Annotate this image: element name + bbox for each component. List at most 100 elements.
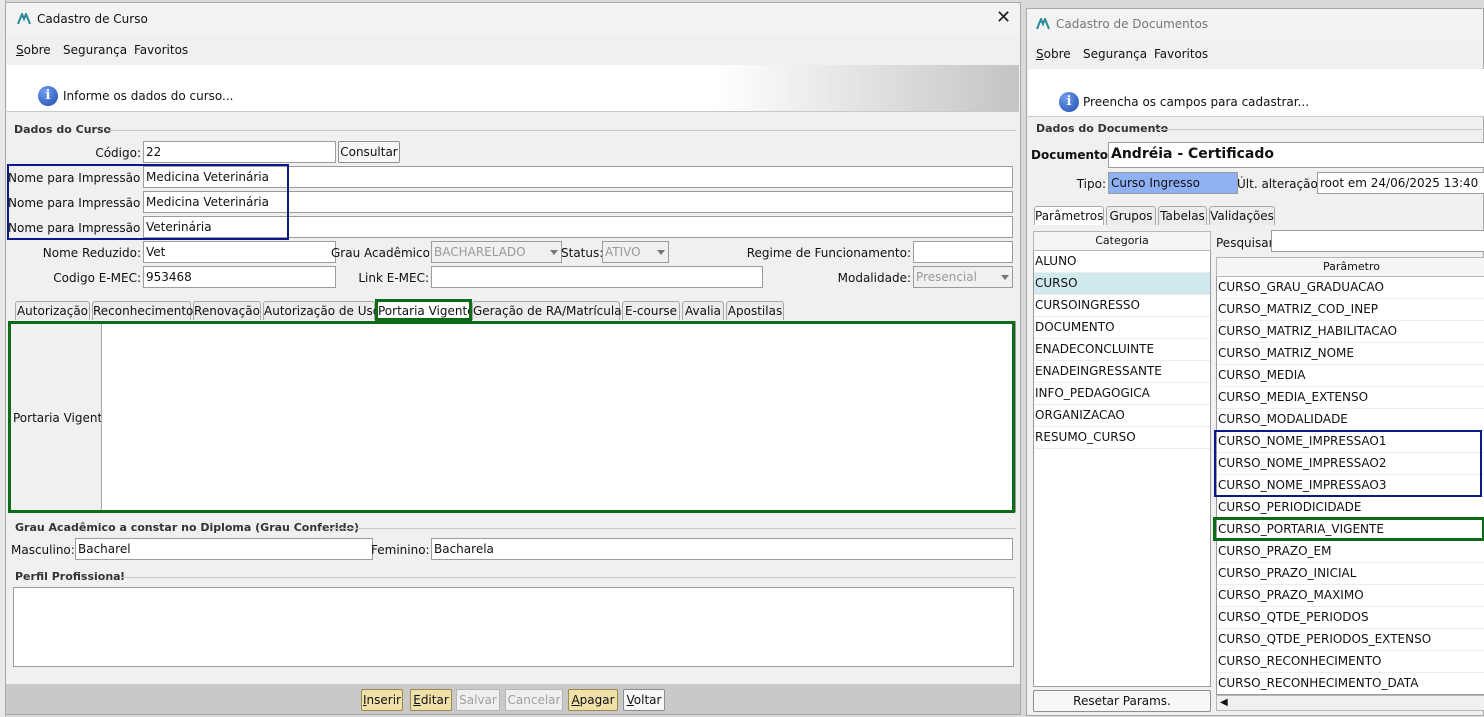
scroll-left-icon[interactable]: ◀: [1220, 697, 1228, 708]
grau-academico-value: BACHARELADO: [434, 245, 526, 259]
tab-tabelas[interactable]: Tabelas: [1158, 206, 1207, 225]
documento-input[interactable]: Andréia - Certificado: [1108, 142, 1484, 168]
tab-validacoes[interactable]: Validações: [1209, 206, 1275, 225]
tab-autorizacao-uso[interactable]: Autorização de Uso: [263, 301, 380, 320]
categoria-header[interactable]: Categoria: [1033, 231, 1211, 251]
menu-seguranca[interactable]: Segurança: [63, 43, 127, 57]
tab-autorizacao[interactable]: Autorização: [15, 301, 90, 320]
highlight-nome-impressao: [7, 164, 289, 240]
list-item[interactable]: CURSO_MODALIDADE: [1217, 409, 1484, 431]
tab-apostilas[interactable]: Apostilas: [726, 301, 784, 320]
pesquisar-input[interactable]: [1271, 230, 1484, 252]
cadastro-curso-window: Cadastro de Curso ✕ Sobre Segurança Favo…: [5, 2, 1021, 715]
modalidade-value: Presencial: [916, 270, 977, 284]
list-item[interactable]: CURSO_MATRIZ_NOME: [1217, 343, 1484, 365]
status-label: Status:: [561, 246, 604, 260]
app-logo-icon: [1036, 18, 1050, 30]
tab-e-course[interactable]: E-course: [622, 301, 680, 320]
list-item[interactable]: CURSO_PRAZO_MAXIMO: [1217, 585, 1484, 607]
list-item[interactable]: ORGANIZACAO: [1034, 405, 1210, 427]
info-message: Informe os dados do curso...: [63, 89, 234, 103]
status-select[interactable]: ATIVO: [602, 241, 669, 263]
tipo-input[interactable]: Curso Ingresso: [1108, 172, 1238, 194]
tab-reconhecimento[interactable]: Reconhecimento: [92, 301, 193, 320]
list-item[interactable]: ENADECONCLUINTE: [1034, 339, 1210, 361]
feminino-label: Feminino:: [371, 543, 430, 557]
cadastro-documentos-window: Cadastro de Documentos Sobre Segurança F…: [1026, 8, 1484, 716]
menu-sobre[interactable]: Sobre: [16, 43, 51, 57]
chevron-down-icon: [550, 250, 558, 255]
menu-sobre[interactable]: Sobre: [1036, 47, 1071, 61]
menu-favoritos[interactable]: Favoritos: [134, 43, 188, 57]
regime-input[interactable]: [913, 241, 1013, 263]
tab-avalia[interactable]: Avalia: [682, 301, 724, 320]
list-item[interactable]: CURSO_PRAZO_INICIAL: [1217, 563, 1484, 585]
apagar-button[interactable]: Apagar: [568, 689, 618, 711]
list-item[interactable]: ALUNO: [1034, 251, 1210, 273]
regime-label: Regime de Funcionamento:: [746, 246, 911, 260]
voltar-button[interactable]: Voltar: [623, 689, 665, 711]
inserir-button[interactable]: Inserir: [361, 689, 403, 711]
list-item[interactable]: CURSOINGRESSO: [1034, 295, 1210, 317]
parametro-header[interactable]: Parâmetro: [1216, 257, 1484, 277]
list-item[interactable]: CURSO_PRAZO_EM: [1217, 541, 1484, 563]
info-icon: i: [38, 86, 58, 106]
menu-favoritos[interactable]: Favoritos: [1154, 47, 1208, 61]
tab-renovacao[interactable]: Renovação: [193, 301, 261, 320]
chevron-down-icon: [1001, 275, 1009, 280]
categoria-list: ALUNO CURSO CURSOINGRESSO DOCUMENTO ENAD…: [1033, 251, 1211, 687]
link-emec-input[interactable]: [431, 266, 763, 288]
tab-grupos[interactable]: Grupos: [1106, 206, 1156, 225]
menu-bar: Sobre Segurança Favoritos: [1027, 39, 1483, 69]
list-item[interactable]: CURSO_MATRIZ_COD_INEP: [1217, 299, 1484, 321]
tab-geracao-ra[interactable]: Geração de RA/Matrículas: [472, 301, 628, 320]
list-item[interactable]: CURSO_RECONHECIMENTO_DATA: [1217, 673, 1484, 694]
list-item[interactable]: RESUMO_CURSO: [1034, 427, 1210, 449]
list-item[interactable]: CURSO_RECONHECIMENTO: [1217, 651, 1484, 673]
list-item[interactable]: INFO_PEDAGOGICA: [1034, 383, 1210, 405]
nome-reduzido-input[interactable]: Vet: [143, 241, 336, 263]
section-divider: [106, 130, 1016, 131]
cancelar-button[interactable]: Cancelar: [505, 689, 563, 711]
menu-seguranca[interactable]: Segurança: [1083, 47, 1147, 61]
list-item[interactable]: DOCUMENTO: [1034, 317, 1210, 339]
list-item[interactable]: CURSO_MEDIA_EXTENSO: [1217, 387, 1484, 409]
list-item[interactable]: CURSO_PERIODICIDADE: [1217, 497, 1484, 519]
list-item[interactable]: CURSO_MATRIZ_HABILITACAO: [1217, 321, 1484, 343]
title-bar[interactable]: Cadastro de Curso ✕: [6, 3, 1020, 35]
editar-button[interactable]: Editar: [410, 689, 452, 711]
consultar-button[interactable]: Consultar: [338, 141, 400, 163]
close-icon[interactable]: ✕: [996, 7, 1011, 28]
dados-curso-title: Dados do Curso: [14, 123, 116, 136]
resetar-params-button[interactable]: Resetar Params.: [1033, 690, 1211, 712]
list-item[interactable]: CURSO_QTDE_PERIODOS: [1217, 607, 1484, 629]
codigo-emec-label: Codigo E-MEC:: [53, 271, 141, 285]
info-message: Preencha os campos para cadastrar...: [1083, 95, 1310, 109]
modalidade-select[interactable]: Presencial: [913, 266, 1013, 288]
info-icon: i: [1059, 92, 1079, 112]
nome-reduzido-label: Nome Reduzido:: [42, 246, 141, 260]
window-title: Cadastro de Curso: [37, 12, 148, 26]
list-item[interactable]: CURSO_MEDIA: [1217, 365, 1484, 387]
feminino-input[interactable]: Bacharela: [431, 538, 1013, 560]
title-bar[interactable]: Cadastro de Documentos: [1027, 9, 1483, 39]
list-item[interactable]: CURSO: [1034, 273, 1210, 295]
tab-parametros[interactable]: Parâmetros: [1034, 206, 1104, 225]
highlight-tab-portaria: [375, 299, 472, 321]
link-emec-label: Link E-MEC:: [358, 271, 429, 285]
masculino-input[interactable]: Bacharel: [75, 538, 373, 560]
info-banner: i Preencha os campos para cadastrar...: [1028, 69, 1484, 117]
horizontal-scrollbar[interactable]: ◀: [1216, 695, 1484, 711]
grau-academico-select[interactable]: BACHARELADO: [431, 241, 562, 263]
list-item[interactable]: CURSO_QTDE_PERIODOS_EXTENSO: [1217, 629, 1484, 651]
codigo-emec-input[interactable]: 953468: [143, 266, 336, 288]
highlight-portaria-panel: [8, 321, 1015, 513]
codigo-input[interactable]: 22: [143, 141, 336, 163]
list-item[interactable]: CURSO_GRAU_GRADUACAO: [1217, 277, 1484, 299]
list-item[interactable]: ENADEINGRESSANTE: [1034, 361, 1210, 383]
menu-bar: Sobre Segurança Favoritos: [6, 35, 1020, 65]
section-divider: [1155, 129, 1484, 130]
tipo-label: Tipo:: [1076, 177, 1106, 191]
perfil-profissional-textarea[interactable]: [13, 587, 1014, 667]
salvar-button[interactable]: Salvar: [456, 689, 500, 711]
